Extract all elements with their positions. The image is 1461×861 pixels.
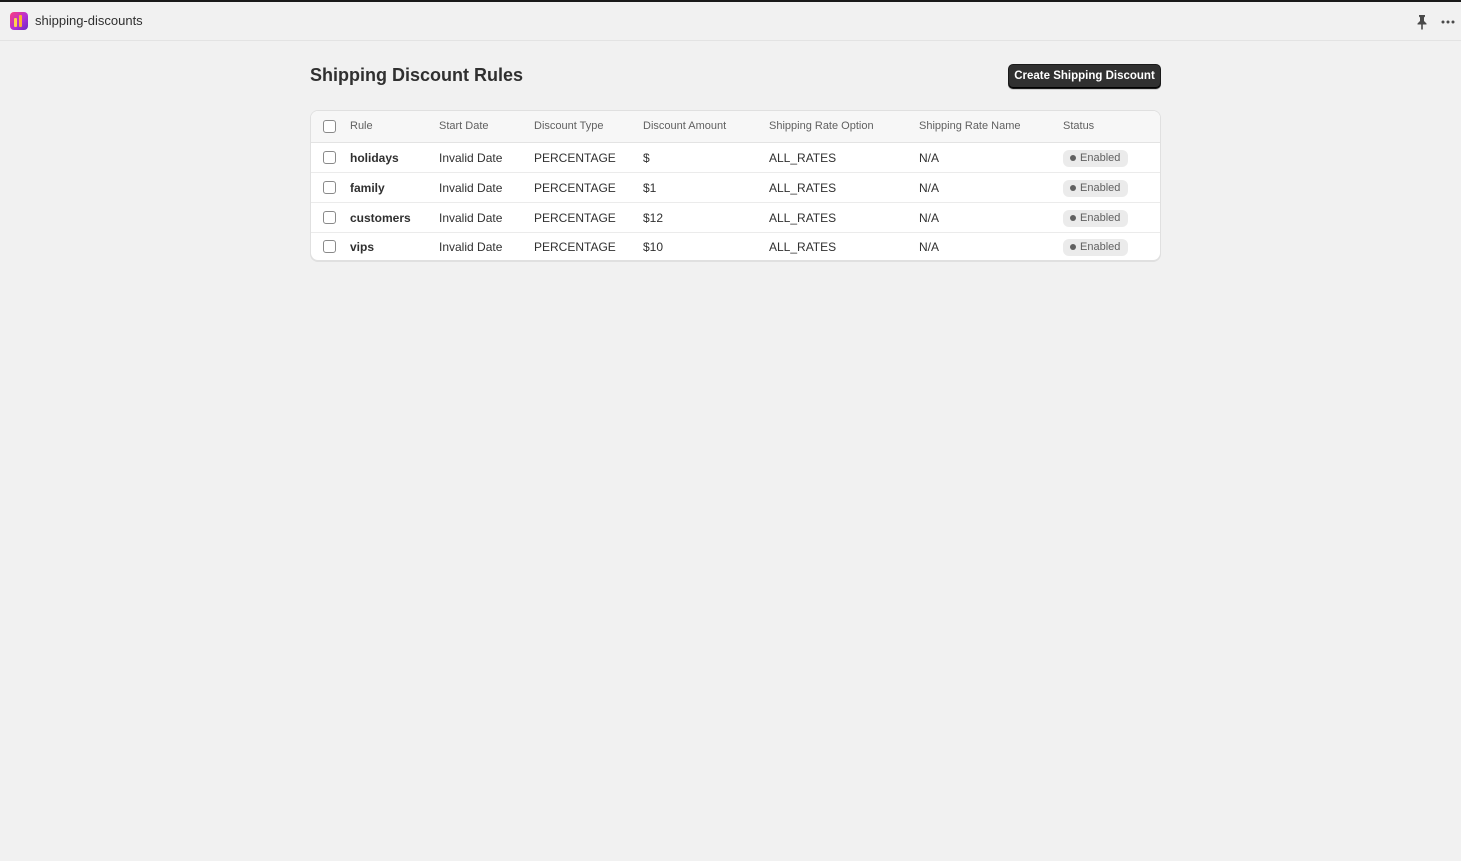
status-dot-icon	[1070, 244, 1076, 250]
rule-name[interactable]: customers	[350, 203, 411, 233]
rule-name[interactable]: family	[350, 173, 385, 203]
column-header-shipping-rate-name[interactable]: Shipping Rate Name	[919, 111, 1021, 142]
create-shipping-discount-button[interactable]: Create Shipping Discount	[1008, 64, 1161, 89]
status-label: Enabled	[1080, 241, 1121, 253]
row-checkbox[interactable]	[323, 211, 336, 224]
status-dot-icon	[1070, 185, 1076, 191]
start-date: Invalid Date	[439, 181, 503, 195]
column-header-shipping-rate-option[interactable]: Shipping Rate Option	[769, 111, 874, 142]
discount-amount: $1	[643, 181, 657, 195]
rule-name[interactable]: holidays	[350, 143, 399, 173]
column-header-discount-amount[interactable]: Discount Amount	[643, 111, 726, 142]
column-header-start-date[interactable]: Start Date	[439, 111, 489, 142]
status-dot-icon	[1070, 215, 1076, 221]
select-all-checkbox[interactable]	[323, 120, 336, 133]
column-header-rule[interactable]: Rule	[350, 111, 373, 142]
discount-type: PERCENTAGE	[534, 151, 616, 165]
app-name: shipping-discounts	[35, 13, 143, 28]
row-checkbox[interactable]	[323, 181, 336, 194]
shipping-rate-option: ALL_RATES	[769, 181, 837, 195]
start-date: Invalid Date	[439, 240, 503, 254]
start-date: Invalid Date	[439, 211, 503, 225]
status-badge: Enabled	[1063, 210, 1129, 227]
table-row[interactable]: vips Invalid Date PERCENTAGE $10 ALL_RAT…	[311, 232, 1160, 260]
table-row[interactable]: family Invalid Date PERCENTAGE $1 ALL_RA…	[311, 173, 1160, 203]
shipping-rate-option: ALL_RATES	[769, 151, 837, 165]
shipping-rate-name: N/A	[919, 211, 940, 225]
discount-type: PERCENTAGE	[534, 240, 616, 254]
status-label: Enabled	[1080, 152, 1121, 164]
table-header: Rule Start Date Discount Type Discount A…	[311, 111, 1160, 143]
more-horizontal-icon[interactable]	[1440, 14, 1456, 30]
app-logo-icon	[10, 12, 28, 30]
status-badge: Enabled	[1063, 239, 1129, 256]
discount-amount: $10	[643, 240, 664, 254]
shipping-rate-option: ALL_RATES	[769, 211, 837, 225]
status-label: Enabled	[1080, 212, 1121, 224]
shipping-rate-name: N/A	[919, 240, 940, 254]
discount-amount: $	[643, 151, 650, 165]
status-badge: Enabled	[1063, 180, 1129, 197]
shipping-rate-option: ALL_RATES	[769, 240, 837, 254]
discount-type: PERCENTAGE	[534, 211, 616, 225]
row-checkbox[interactable]	[323, 240, 336, 253]
status-badge: Enabled	[1063, 150, 1129, 167]
shipping-rate-name: N/A	[919, 151, 940, 165]
start-date: Invalid Date	[439, 151, 503, 165]
discount-type: PERCENTAGE	[534, 181, 616, 195]
rule-name[interactable]: vips	[350, 232, 374, 260]
pin-icon[interactable]	[1415, 14, 1429, 30]
status-label: Enabled	[1080, 182, 1121, 194]
row-checkbox[interactable]	[323, 151, 336, 164]
page-title: Shipping Discount Rules	[310, 65, 524, 85]
column-header-status[interactable]: Status	[1063, 111, 1094, 142]
app-header: shipping-discounts	[0, 2, 1461, 41]
table-row[interactable]: holidays Invalid Date PERCENTAGE $ ALL_R…	[311, 143, 1160, 173]
shipping-rate-name: N/A	[919, 181, 940, 195]
discount-amount: $12	[643, 211, 664, 225]
status-dot-icon	[1070, 155, 1076, 161]
column-header-discount-type[interactable]: Discount Type	[534, 111, 604, 142]
table-row[interactable]: customers Invalid Date PERCENTAGE $12 AL…	[311, 203, 1160, 233]
discount-rules-table: Rule Start Date Discount Type Discount A…	[310, 110, 1161, 261]
